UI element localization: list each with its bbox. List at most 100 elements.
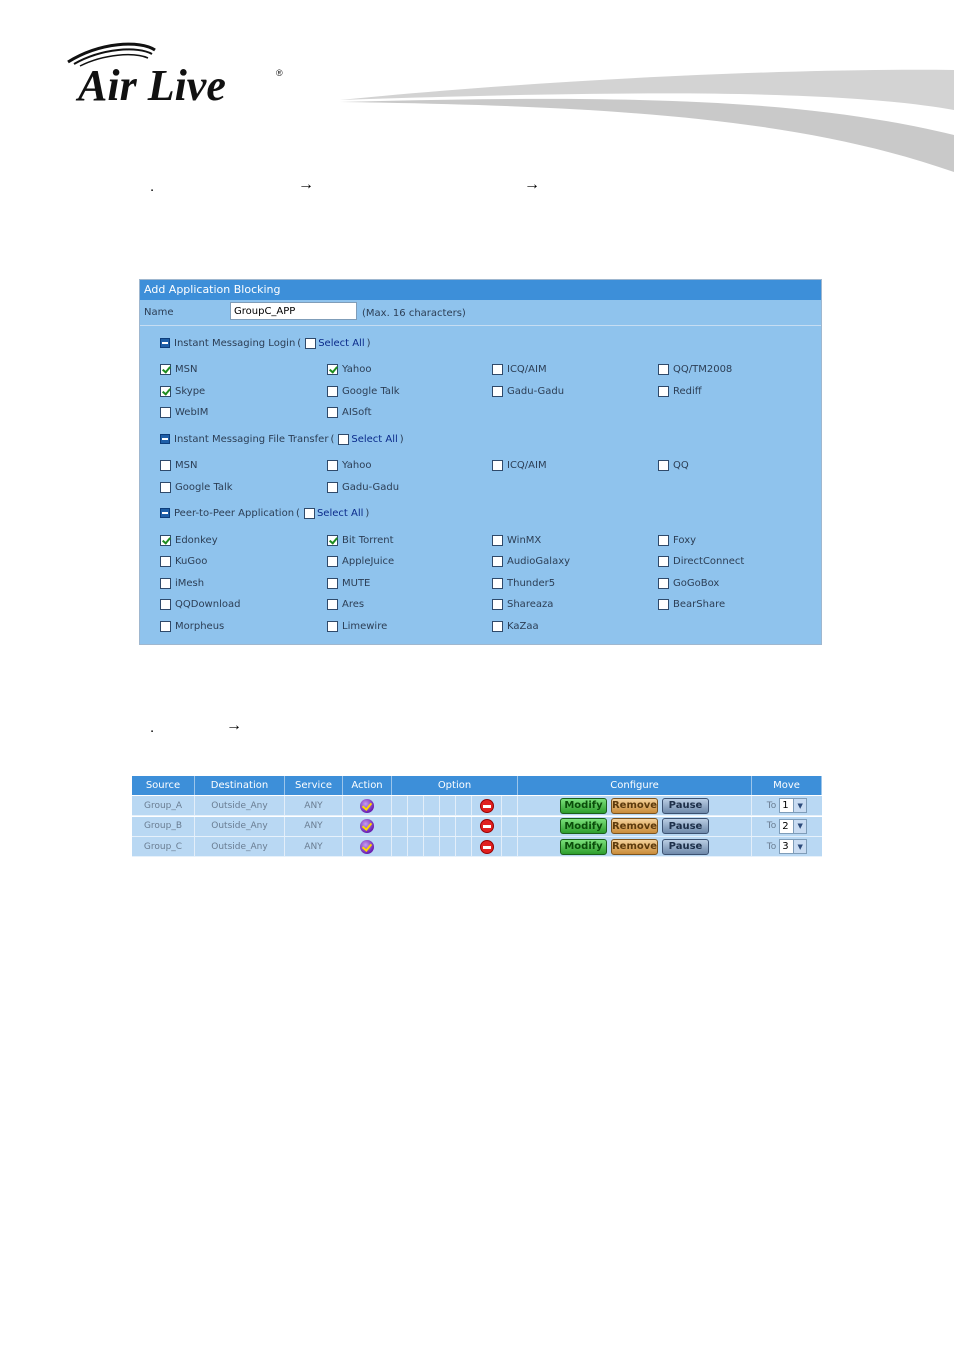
app-checkbox[interactable] xyxy=(327,534,338,546)
app-option[interactable]: MSN xyxy=(160,458,197,472)
select-all-checkbox[interactable] xyxy=(338,433,350,445)
app-option[interactable]: MSN xyxy=(160,362,197,376)
app-checkbox[interactable] xyxy=(492,534,503,546)
app-checkbox[interactable] xyxy=(658,385,669,397)
app-checkbox[interactable] xyxy=(658,598,669,610)
app-checkbox[interactable] xyxy=(492,598,503,610)
app-option[interactable]: QQDownload xyxy=(160,597,240,611)
app-option[interactable]: Gadu-Gadu xyxy=(327,480,399,494)
move-select[interactable]: 1 ▼ xyxy=(779,798,808,813)
app-checkbox[interactable] xyxy=(658,555,669,567)
app-checkbox[interactable] xyxy=(160,459,171,471)
app-checkbox[interactable] xyxy=(492,555,503,567)
app-checkbox[interactable] xyxy=(327,459,338,471)
chevron-down-icon[interactable]: ▼ xyxy=(793,799,807,812)
modify-button[interactable]: Modify xyxy=(560,838,607,855)
paren: ( xyxy=(330,433,335,445)
app-checkbox[interactable] xyxy=(327,620,338,632)
select-all-label[interactable]: Select All xyxy=(351,434,397,445)
app-option[interactable]: Rediff xyxy=(658,384,702,398)
app-checkbox[interactable] xyxy=(658,459,669,471)
app-checkbox[interactable] xyxy=(327,363,338,375)
app-checkbox[interactable] xyxy=(658,577,669,589)
pause-button[interactable]: Pause xyxy=(662,797,709,814)
app-checkbox[interactable] xyxy=(492,577,503,589)
app-option[interactable]: BearShare xyxy=(658,597,725,611)
chevron-down-icon[interactable]: ▼ xyxy=(793,819,807,833)
app-option[interactable]: Thunder5 xyxy=(492,576,555,590)
remove-button[interactable]: Remove xyxy=(611,838,658,855)
app-option[interactable]: iMesh xyxy=(160,576,204,590)
app-option[interactable]: AppleJuice xyxy=(327,554,394,568)
app-option[interactable]: Limewire xyxy=(327,619,387,633)
app-checkbox[interactable] xyxy=(327,577,338,589)
app-option[interactable]: Google Talk xyxy=(327,384,400,398)
app-checkbox[interactable] xyxy=(327,598,338,610)
app-option[interactable]: Morpheus xyxy=(160,619,224,633)
app-option[interactable]: WebIM xyxy=(160,405,208,419)
app-option[interactable]: ICQ/AIM xyxy=(492,362,547,376)
app-checkbox[interactable] xyxy=(492,620,503,632)
app-option[interactable]: Foxy xyxy=(658,533,696,547)
app-label: QQDownload xyxy=(175,598,241,610)
app-option[interactable]: QQ/TM2008 xyxy=(658,362,732,376)
app-option[interactable]: Yahoo xyxy=(327,458,371,472)
app-checkbox[interactable] xyxy=(327,555,338,567)
app-checkbox[interactable] xyxy=(160,577,171,589)
app-checkbox[interactable] xyxy=(327,385,338,397)
app-option[interactable]: Ares xyxy=(327,597,364,611)
app-checkbox[interactable] xyxy=(492,385,503,397)
app-checkbox[interactable] xyxy=(160,620,171,632)
remove-button[interactable]: Remove xyxy=(611,797,658,814)
modify-button[interactable]: Modify xyxy=(560,797,607,814)
collapse-icon[interactable] xyxy=(160,508,170,518)
app-checkbox[interactable] xyxy=(327,406,338,418)
app-option[interactable]: WinMX xyxy=(492,533,541,547)
pause-button[interactable]: Pause xyxy=(662,818,709,834)
remove-button[interactable]: Remove xyxy=(611,818,658,834)
app-option[interactable]: Edonkey xyxy=(160,533,218,547)
app-option[interactable]: Google Talk xyxy=(160,480,233,494)
app-option[interactable]: Gadu-Gadu xyxy=(492,384,564,398)
app-checkbox[interactable] xyxy=(327,481,338,493)
collapse-icon[interactable] xyxy=(160,434,170,444)
app-checkbox[interactable] xyxy=(492,459,503,471)
app-checkbox[interactable] xyxy=(160,555,171,567)
select-all-label[interactable]: Select All xyxy=(317,508,363,519)
collapse-icon[interactable] xyxy=(160,338,170,348)
app-option[interactable]: KaZaa xyxy=(492,619,539,633)
app-option[interactable]: ICQ/AIM xyxy=(492,458,547,472)
chevron-down-icon[interactable]: ▼ xyxy=(793,840,807,853)
app-checkbox[interactable] xyxy=(160,385,171,397)
app-checkbox[interactable] xyxy=(160,481,171,493)
app-checkbox[interactable] xyxy=(160,534,171,546)
app-option[interactable]: Skype xyxy=(160,384,205,398)
app-option[interactable]: QQ xyxy=(658,458,689,472)
app-option[interactable]: Shareaza xyxy=(492,597,553,611)
app-checkbox[interactable] xyxy=(658,363,669,375)
section-im-login: Instant Messaging Login ( Select All ) xyxy=(160,336,373,350)
move-select[interactable]: 3 ▼ xyxy=(779,839,808,854)
app-checkbox[interactable] xyxy=(492,363,503,375)
move-select[interactable]: 2 ▼ xyxy=(779,818,808,834)
app-option[interactable]: Bit Torrent xyxy=(327,533,394,547)
app-checkbox[interactable] xyxy=(160,363,171,375)
app-option[interactable]: KuGoo xyxy=(160,554,207,568)
app-option[interactable]: GoGoBox xyxy=(658,576,719,590)
select-all-label[interactable]: Select All xyxy=(318,338,364,349)
app-option[interactable]: Yahoo xyxy=(327,362,371,376)
name-input[interactable] xyxy=(230,302,357,320)
app-checkbox[interactable] xyxy=(160,406,171,418)
pause-button[interactable]: Pause xyxy=(662,838,709,855)
move-cell: To 2 ▼ xyxy=(752,817,822,836)
select-all-checkbox[interactable] xyxy=(303,507,315,519)
app-option[interactable]: MUTE xyxy=(327,576,370,590)
app-checkbox[interactable] xyxy=(160,598,171,610)
select-all-checkbox[interactable] xyxy=(305,337,317,349)
app-option[interactable]: AISoft xyxy=(327,405,372,419)
app-checkbox[interactable] xyxy=(658,534,669,546)
app-option[interactable]: DirectConnect xyxy=(658,554,744,568)
app-option[interactable]: AudioGalaxy xyxy=(492,554,570,568)
paren: ) xyxy=(365,507,370,519)
modify-button[interactable]: Modify xyxy=(560,818,607,834)
